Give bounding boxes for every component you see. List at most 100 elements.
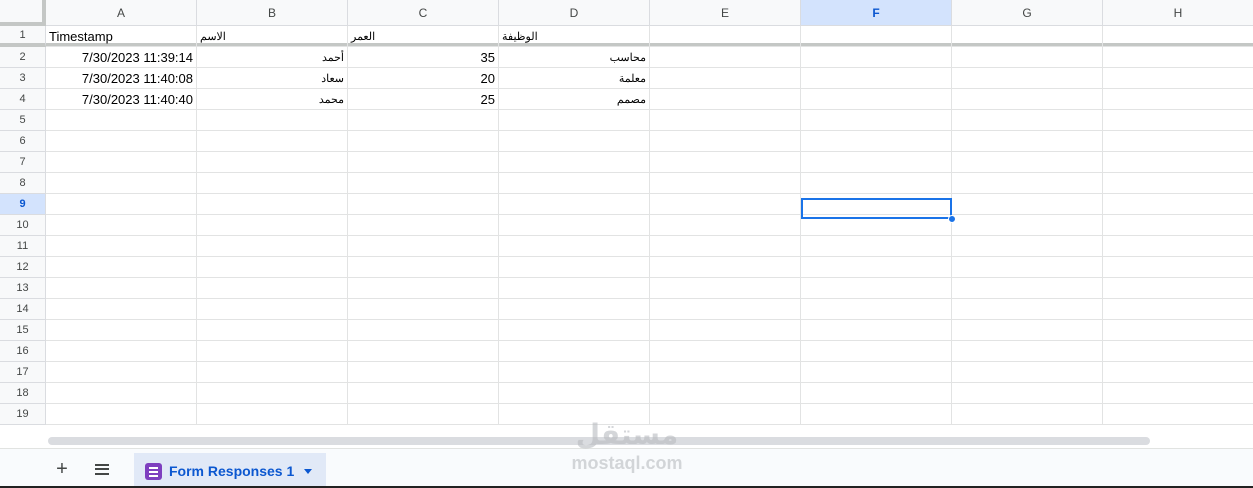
cell-empty[interactable] bbox=[650, 152, 801, 173]
add-sheet-button[interactable]: + bbox=[50, 457, 74, 481]
cell-empty[interactable] bbox=[46, 278, 197, 299]
cell-empty[interactable] bbox=[952, 194, 1103, 215]
cell-empty[interactable] bbox=[650, 89, 801, 110]
cell-empty[interactable] bbox=[499, 383, 650, 404]
cell-job[interactable]: مصمم bbox=[499, 89, 650, 110]
row-header[interactable]: 3 bbox=[0, 68, 46, 89]
cell-empty[interactable] bbox=[46, 383, 197, 404]
cell-empty[interactable] bbox=[650, 131, 801, 152]
cell-empty[interactable] bbox=[1103, 110, 1253, 131]
cell-empty[interactable] bbox=[499, 299, 650, 320]
cell-empty[interactable] bbox=[952, 257, 1103, 278]
cell-empty[interactable] bbox=[801, 131, 952, 152]
cell-empty[interactable] bbox=[46, 236, 197, 257]
column-header-f[interactable]: F bbox=[801, 0, 952, 26]
cell-empty[interactable] bbox=[952, 383, 1103, 404]
column-header-c[interactable]: C bbox=[348, 0, 499, 26]
cell-empty[interactable] bbox=[650, 383, 801, 404]
cell-empty[interactable] bbox=[801, 68, 952, 89]
cell-empty[interactable] bbox=[952, 278, 1103, 299]
cell-name[interactable]: أحمد bbox=[197, 47, 348, 68]
cell-empty[interactable] bbox=[952, 362, 1103, 383]
cell-empty[interactable] bbox=[197, 131, 348, 152]
cell-empty[interactable] bbox=[1103, 383, 1253, 404]
cell-empty[interactable] bbox=[348, 320, 499, 341]
cell-empty[interactable] bbox=[801, 341, 952, 362]
row-header[interactable]: 5 bbox=[0, 110, 46, 131]
cell-empty[interactable] bbox=[1103, 320, 1253, 341]
cell-empty[interactable] bbox=[1103, 236, 1253, 257]
cell-empty[interactable] bbox=[650, 299, 801, 320]
cell-h1[interactable] bbox=[1103, 26, 1253, 47]
cell-empty[interactable] bbox=[952, 341, 1103, 362]
cell-empty[interactable] bbox=[46, 152, 197, 173]
cell-empty[interactable] bbox=[1103, 89, 1253, 110]
cell-empty[interactable] bbox=[650, 278, 801, 299]
cell-age[interactable]: 25 bbox=[348, 89, 499, 110]
cell-name[interactable]: محمد bbox=[197, 89, 348, 110]
cell-empty[interactable] bbox=[499, 194, 650, 215]
cell-empty[interactable] bbox=[1103, 173, 1253, 194]
cell-empty[interactable] bbox=[650, 341, 801, 362]
row-header[interactable]: 9 bbox=[0, 194, 46, 215]
cell-e1[interactable] bbox=[650, 26, 801, 47]
cell-age[interactable]: 20 bbox=[348, 68, 499, 89]
cell-job[interactable]: محاسب bbox=[499, 47, 650, 68]
active-cell-selection[interactable] bbox=[801, 198, 952, 219]
cell-empty[interactable] bbox=[197, 278, 348, 299]
cell-name[interactable]: سعاد bbox=[197, 68, 348, 89]
row-header[interactable]: 10 bbox=[0, 215, 46, 236]
cell-empty[interactable] bbox=[1103, 47, 1253, 68]
cell-empty[interactable] bbox=[46, 215, 197, 236]
cell-empty[interactable] bbox=[46, 341, 197, 362]
cell-empty[interactable] bbox=[801, 404, 952, 425]
cell-empty[interactable] bbox=[801, 110, 952, 131]
cell-empty[interactable] bbox=[499, 320, 650, 341]
cell-empty[interactable] bbox=[348, 341, 499, 362]
cell-empty[interactable] bbox=[46, 194, 197, 215]
row-header[interactable]: 1 bbox=[0, 26, 46, 47]
cell-empty[interactable] bbox=[197, 320, 348, 341]
sheet-tab-form-responses[interactable]: Form Responses 1 bbox=[134, 453, 326, 488]
cell-empty[interactable] bbox=[348, 236, 499, 257]
row-header[interactable]: 8 bbox=[0, 173, 46, 194]
cell-empty[interactable] bbox=[348, 215, 499, 236]
cell-empty[interactable] bbox=[801, 278, 952, 299]
fill-handle[interactable] bbox=[948, 215, 956, 223]
cell-empty[interactable] bbox=[499, 278, 650, 299]
cell-b1[interactable]: الاسم bbox=[197, 26, 348, 47]
cell-empty[interactable] bbox=[650, 362, 801, 383]
cell-empty[interactable] bbox=[499, 341, 650, 362]
row-header[interactable]: 6 bbox=[0, 131, 46, 152]
row-header[interactable]: 15 bbox=[0, 320, 46, 341]
cell-empty[interactable] bbox=[499, 131, 650, 152]
chevron-down-icon[interactable] bbox=[304, 468, 313, 474]
cell-empty[interactable] bbox=[348, 257, 499, 278]
cell-empty[interactable] bbox=[1103, 278, 1253, 299]
row-header[interactable]: 16 bbox=[0, 341, 46, 362]
cell-empty[interactable] bbox=[801, 152, 952, 173]
cell-c1[interactable]: العمر bbox=[348, 26, 499, 47]
row-header[interactable]: 11 bbox=[0, 236, 46, 257]
column-header-b[interactable]: B bbox=[197, 0, 348, 26]
cell-empty[interactable] bbox=[1103, 257, 1253, 278]
cell-empty[interactable] bbox=[197, 362, 348, 383]
cell-empty[interactable] bbox=[197, 257, 348, 278]
cell-empty[interactable] bbox=[952, 89, 1103, 110]
cell-empty[interactable] bbox=[952, 110, 1103, 131]
cell-empty[interactable] bbox=[801, 299, 952, 320]
cell-empty[interactable] bbox=[650, 173, 801, 194]
cell-empty[interactable] bbox=[46, 320, 197, 341]
cell-empty[interactable] bbox=[952, 173, 1103, 194]
cell-empty[interactable] bbox=[197, 404, 348, 425]
cell-empty[interactable] bbox=[348, 299, 499, 320]
cell-empty[interactable] bbox=[801, 47, 952, 68]
cell-empty[interactable] bbox=[1103, 194, 1253, 215]
cell-empty[interactable] bbox=[499, 110, 650, 131]
cell-empty[interactable] bbox=[197, 152, 348, 173]
cell-empty[interactable] bbox=[952, 152, 1103, 173]
cell-empty[interactable] bbox=[952, 215, 1103, 236]
cell-empty[interactable] bbox=[801, 236, 952, 257]
cell-empty[interactable] bbox=[952, 404, 1103, 425]
cell-empty[interactable] bbox=[348, 278, 499, 299]
